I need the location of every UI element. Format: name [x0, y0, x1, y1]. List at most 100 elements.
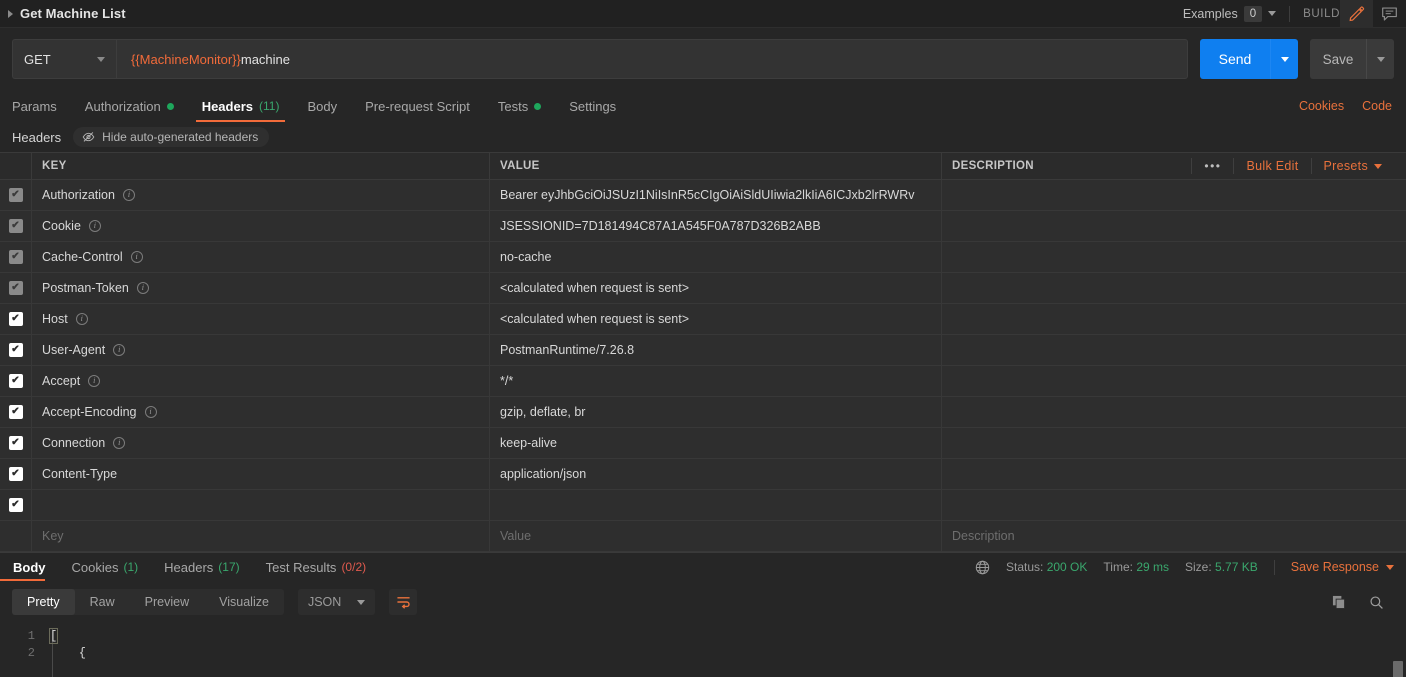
- vertical-scrollbar-thumb[interactable]: [1393, 661, 1403, 677]
- row-description-cell[interactable]: [942, 366, 1406, 396]
- row-checkbox[interactable]: [8, 281, 23, 295]
- code-link[interactable]: Code: [1362, 99, 1392, 113]
- info-icon[interactable]: i: [88, 220, 101, 232]
- row-checkbox-cell[interactable]: [0, 180, 32, 210]
- edit-request-button[interactable]: [1340, 0, 1373, 28]
- row-value-cell[interactable]: Bearer eyJhbGciOiJSUzI1NiIsInR5cCIgOiAiS…: [490, 180, 942, 210]
- row-value-cell[interactable]: JSESSIONID=7D181494C87A1A545F0A787D326B2…: [490, 211, 942, 241]
- row-description-cell[interactable]: [942, 273, 1406, 303]
- info-icon[interactable]: i: [136, 282, 149, 294]
- row-key-cell[interactable]: Postman-Token i: [32, 273, 490, 303]
- row-checkbox-cell[interactable]: [0, 366, 32, 396]
- row-value-cell[interactable]: gzip, deflate, br: [490, 397, 942, 427]
- row-value-cell[interactable]: <calculated when request is sent>: [490, 273, 942, 303]
- chevron-down-icon[interactable]: [97, 56, 105, 62]
- row-value-cell[interactable]: */*: [490, 366, 942, 396]
- tab-authorization[interactable]: Authorization: [71, 90, 188, 122]
- row-key-cell[interactable]: Cache-Control i: [32, 242, 490, 272]
- info-icon[interactable]: i: [130, 251, 143, 263]
- row-checkbox[interactable]: [8, 312, 23, 326]
- cookies-link[interactable]: Cookies: [1299, 99, 1344, 113]
- word-wrap-button[interactable]: [389, 589, 418, 615]
- row-checkbox[interactable]: [8, 219, 23, 233]
- send-button[interactable]: Send: [1200, 39, 1270, 79]
- row-checkbox-cell[interactable]: [0, 335, 32, 365]
- table-row[interactable]: User-Agent i PostmanRuntime/7.26.8: [0, 335, 1406, 366]
- row-checkbox-cell[interactable]: [0, 242, 32, 272]
- save-response-button[interactable]: Save Response: [1291, 560, 1394, 574]
- table-row[interactable]: Content-Type application/json: [0, 459, 1406, 490]
- response-tab-test-results[interactable]: Test Results (0/2): [253, 553, 380, 581]
- row-checkbox-cell[interactable]: [0, 273, 32, 303]
- code-content[interactable]: [ {: [44, 623, 86, 677]
- response-tab-body[interactable]: Body: [0, 553, 59, 581]
- send-options-button[interactable]: [1270, 39, 1298, 79]
- response-tab-cookies[interactable]: Cookies (1): [59, 553, 152, 581]
- row-key-cell[interactable]: Authorization i: [32, 180, 490, 210]
- presets-dropdown[interactable]: Presets: [1310, 158, 1394, 174]
- table-row[interactable]: Cache-Control i no-cache: [0, 242, 1406, 273]
- tab-params[interactable]: Params: [12, 90, 71, 122]
- new-header-row[interactable]: Key Value Description: [0, 521, 1406, 552]
- row-key-cell[interactable]: Cookie i: [32, 211, 490, 241]
- tab-settings[interactable]: Settings: [555, 90, 630, 122]
- info-icon[interactable]: i: [75, 313, 88, 325]
- table-row[interactable]: Accept i */*: [0, 366, 1406, 397]
- row-value-cell[interactable]: no-cache: [490, 242, 942, 272]
- table-row[interactable]: Accept-Encoding i gzip, deflate, br: [0, 397, 1406, 428]
- bulk-edit-button[interactable]: Bulk Edit: [1233, 158, 1310, 174]
- table-row[interactable]: [0, 490, 1406, 521]
- row-checkbox[interactable]: [8, 405, 23, 419]
- row-description-cell[interactable]: [942, 304, 1406, 334]
- row-checkbox[interactable]: [8, 498, 23, 512]
- row-checkbox[interactable]: [8, 467, 23, 481]
- tab-headers[interactable]: Headers (11): [188, 90, 294, 122]
- row-description-cell[interactable]: [942, 180, 1406, 210]
- hide-auto-generated-headers-toggle[interactable]: Hide auto-generated headers: [73, 127, 270, 147]
- row-checkbox-cell[interactable]: [0, 490, 32, 520]
- row-checkbox-cell[interactable]: [0, 459, 32, 489]
- body-format-select[interactable]: JSON: [297, 589, 376, 615]
- info-icon[interactable]: i: [144, 406, 157, 418]
- row-description-cell[interactable]: [942, 490, 1406, 520]
- new-row-description-input[interactable]: Description: [942, 521, 1406, 551]
- examples-dropdown[interactable]: Examples 0: [1183, 5, 1277, 22]
- row-key-cell[interactable]: [32, 490, 490, 520]
- tab-tests[interactable]: Tests: [484, 90, 555, 122]
- row-key-cell[interactable]: User-Agent i: [32, 335, 490, 365]
- row-value-cell[interactable]: keep-alive: [490, 428, 942, 458]
- row-checkbox[interactable]: [8, 250, 23, 264]
- copy-button[interactable]: [1332, 595, 1347, 610]
- row-checkbox-cell[interactable]: [0, 428, 32, 458]
- row-description-cell[interactable]: [942, 211, 1406, 241]
- more-options-button[interactable]: •••: [1191, 158, 1233, 174]
- row-description-cell[interactable]: [942, 428, 1406, 458]
- view-preview-button[interactable]: Preview: [130, 589, 204, 615]
- http-method-select[interactable]: GET: [12, 39, 116, 79]
- info-icon[interactable]: i: [122, 189, 135, 201]
- table-row[interactable]: Postman-Token i <calculated when request…: [0, 273, 1406, 304]
- view-visualize-button[interactable]: Visualize: [204, 589, 284, 615]
- row-value-cell[interactable]: <calculated when request is sent>: [490, 304, 942, 334]
- row-checkbox-cell[interactable]: [0, 211, 32, 241]
- row-value-cell[interactable]: PostmanRuntime/7.26.8: [490, 335, 942, 365]
- table-row[interactable]: Connection i keep-alive: [0, 428, 1406, 459]
- table-row[interactable]: Authorization i Bearer eyJhbGciOiJSUzI1N…: [0, 180, 1406, 211]
- search-button[interactable]: [1369, 595, 1384, 610]
- new-row-key-input[interactable]: Key: [32, 521, 490, 551]
- chevron-down-icon[interactable]: [1268, 11, 1277, 16]
- row-checkbox-cell[interactable]: [0, 304, 32, 334]
- save-button[interactable]: Save: [1310, 39, 1366, 79]
- row-checkbox[interactable]: [8, 188, 23, 202]
- table-row[interactable]: Cookie i JSESSIONID=7D181494C87A1A545F0A…: [0, 211, 1406, 242]
- tab-pre-request-script[interactable]: Pre-request Script: [351, 90, 484, 122]
- info-icon[interactable]: i: [113, 437, 126, 449]
- url-input[interactable]: {{MachineMonitor}} machine: [116, 39, 1188, 79]
- expand-caret-icon[interactable]: [8, 9, 13, 18]
- row-description-cell[interactable]: [942, 242, 1406, 272]
- request-title-group[interactable]: Get Machine List: [0, 6, 126, 21]
- row-checkbox-cell[interactable]: [0, 397, 32, 427]
- row-checkbox[interactable]: [8, 436, 23, 450]
- row-key-cell[interactable]: Host i: [32, 304, 490, 334]
- tab-body[interactable]: Body: [293, 90, 351, 122]
